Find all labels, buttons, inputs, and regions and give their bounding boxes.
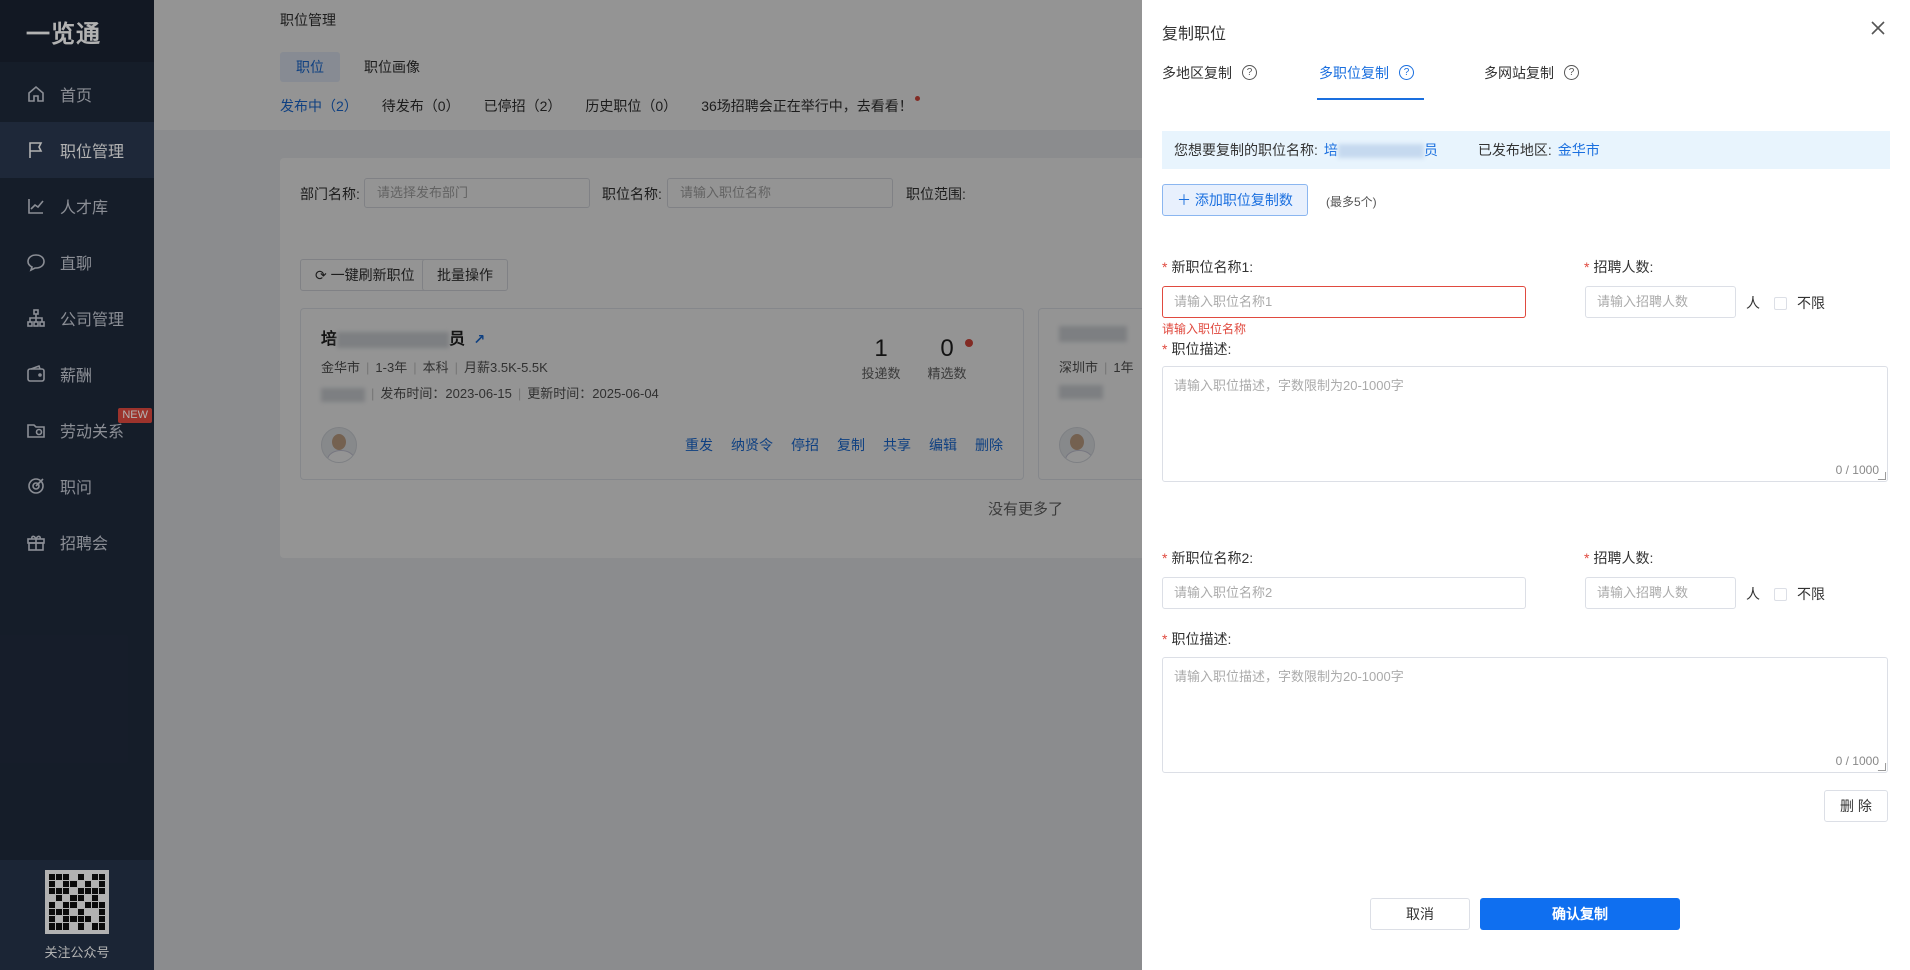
tab-label: 多职位复制 [1319,65,1389,81]
drawer-title: 复制职位 [1162,26,1227,43]
new-job-name-input-2[interactable]: 请输入职位名称2 [1162,577,1526,609]
source-name-suffix: 员 [1423,142,1438,158]
region-label: 已发布地区: [1477,142,1552,158]
name-error-message: 请输入职位名称 [1162,322,1247,336]
label-text: 新职位名称2: [1171,550,1254,566]
region-value: 金华市 [1557,142,1600,158]
sidebar-mask [0,0,154,970]
tab-multi-job[interactable]: 多职位复制? [1317,54,1424,100]
label-text: 职位描述: [1171,341,1232,357]
modal-mask[interactable] [154,0,1142,970]
cancel-button[interactable]: 取消 [1370,898,1470,930]
add-copy-button[interactable]: ＋ 添加职位复制数 [1162,184,1308,216]
job-desc-label-1: * 职位描述: [1162,341,1232,357]
source-name-prefix: 培 [1323,142,1338,158]
tab-label: 多网站复制 [1484,65,1554,81]
checkbox-box[interactable] [1774,587,1787,601]
headcount-input-1[interactable]: 请输入招聘人数 [1585,286,1736,318]
help-icon[interactable]: ? [1242,65,1257,80]
textarea-placeholder: 请输入职位描述，字数限制为20-1000字 [1174,378,1404,393]
copy-mode-tabs: 多地区复制? 多职位复制? 多网站复制? [1162,54,1639,100]
checkbox-label: 不限 [1797,586,1825,602]
new-job-name-input-1[interactable]: 请输入职位名称1 [1162,286,1526,318]
label-text: 招聘人数: [1593,259,1654,275]
label-text: 招聘人数: [1593,550,1654,566]
add-copy-label: 添加职位复制数 [1194,192,1293,208]
tab-multi-site[interactable]: 多网站复制? [1484,54,1579,100]
textarea-placeholder: 请输入职位描述，字数限制为20-1000字 [1174,669,1404,684]
headcount-unit: 人 [1746,295,1760,311]
checkbox-label: 不限 [1797,295,1825,311]
new-job-name-label-2: * 新职位名称2: [1162,550,1254,566]
resize-handle[interactable] [1877,763,1887,771]
headcount-label-1: * 招聘人数: [1584,259,1654,275]
headcount-input-2[interactable]: 请输入招聘人数 [1585,577,1736,609]
source-name-value: 培员 [1324,140,1438,160]
confirm-copy-button[interactable]: 确认复制 [1480,898,1680,930]
headcount-unit: 人 [1746,586,1760,602]
add-limit-hint: (最多5个) [1326,195,1377,209]
char-counter: 0 / 1000 [1835,463,1879,477]
sidebar: 一览通 首页 职位管理 人才库 直聊 公司管理 薪酬 劳动关系 NEW 职问 招… [0,0,154,970]
job-desc-textarea-1[interactable]: 请输入职位描述，字数限制为20-1000字 0 / 1000 [1162,366,1888,482]
source-job-info: 您想要复制的职位名称: 培员 已发布地区: 金华市 [1162,131,1890,169]
unlimited-checkbox-1[interactable]: 不限 [1774,293,1825,313]
job-desc-label-2: * 职位描述: [1162,631,1232,647]
char-counter: 0 / 1000 [1835,754,1879,768]
job-desc-textarea-2[interactable]: 请输入职位描述，字数限制为20-1000字 0 / 1000 [1162,657,1888,773]
plus-icon: ＋ [1177,192,1195,208]
label-text: 职位描述: [1171,631,1232,647]
redacted-text [1337,144,1424,159]
delete-form-button[interactable]: 删 除 [1824,790,1888,822]
close-icon [1871,21,1885,35]
new-job-name-label-1: * 新职位名称1: [1162,259,1254,275]
help-icon[interactable]: ? [1399,65,1414,80]
checkbox-box[interactable] [1774,296,1787,310]
source-name-label: 您想要复制的职位名称: [1174,142,1318,158]
unlimited-checkbox-2[interactable]: 不限 [1774,584,1825,604]
close-button[interactable] [1868,18,1888,38]
label-text: 新职位名称1: [1171,259,1254,275]
input-placeholder: 请输入职位名称2 [1174,585,1273,600]
tab-multi-region[interactable]: 多地区复制? [1162,54,1257,100]
resize-handle[interactable] [1877,472,1887,480]
input-placeholder: 请输入招聘人数 [1597,294,1689,309]
copy-job-drawer: 复制职位 多地区复制? 多职位复制? 多网站复制? 您想要复制的职位名称: 培员… [1142,0,1910,970]
headcount-label-2: * 招聘人数: [1584,550,1654,566]
input-placeholder: 请输入职位名称1 [1174,294,1273,309]
help-icon[interactable]: ? [1564,65,1579,80]
tab-label: 多地区复制 [1162,65,1232,81]
input-placeholder: 请输入招聘人数 [1597,585,1689,600]
